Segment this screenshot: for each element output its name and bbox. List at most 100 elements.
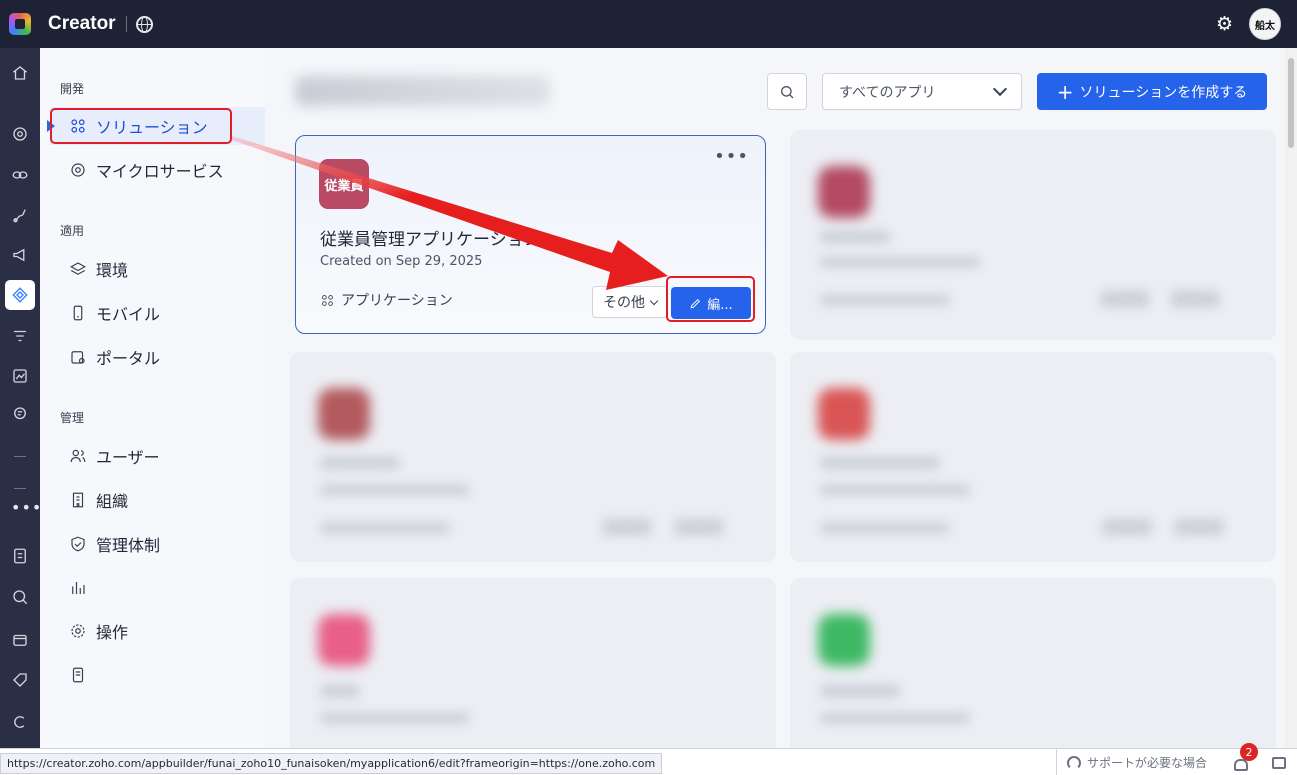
blurred-text (820, 294, 950, 306)
shield-icon (68, 534, 88, 554)
link-url-tooltip: https://creator.zoho.com/appbuilder/funa… (0, 753, 663, 774)
document-icon (68, 665, 88, 685)
link-chain-icon[interactable] (9, 164, 31, 186)
wallet-icon[interactable] (9, 629, 31, 651)
printer-icon[interactable] (1272, 757, 1286, 769)
app-title: Creator (48, 13, 116, 34)
at-mention-icon[interactable] (9, 123, 31, 145)
blurred-text (820, 484, 970, 496)
home-icon[interactable] (9, 62, 31, 84)
create-solution-button[interactable]: + ソリューションを作成する (1037, 73, 1267, 110)
sidebar-item-portal[interactable]: ポータル (50, 338, 265, 376)
sidebar-item-organization[interactable]: 組織 (50, 481, 265, 519)
blurred-text (674, 518, 724, 536)
settings-gear-icon[interactable]: ⚙ (1216, 14, 1233, 34)
section-heading-develop: 開発 (60, 82, 85, 96)
other-actions-button[interactable]: その他 (592, 286, 668, 318)
more-options-icon[interactable]: ••• (714, 146, 749, 167)
blurred-text (1102, 518, 1152, 536)
flow-icon[interactable] (9, 204, 31, 226)
notification-count-badge: 2 (1240, 743, 1258, 761)
sidebar-item-label: モバイル (96, 305, 161, 324)
globe-icon[interactable] (135, 15, 153, 33)
plus-icon: + (1056, 79, 1074, 104)
filter-funnel-icon[interactable] (9, 325, 31, 347)
blurred-text (820, 230, 890, 244)
brand-c-icon[interactable] (9, 711, 31, 733)
user-avatar[interactable]: 船太 (1249, 8, 1281, 40)
apps-grid-icon (322, 294, 333, 306)
app-icon-rail: ••• (0, 48, 42, 748)
blurred-text (320, 712, 470, 724)
status-bar: https://creator.zoho.com/appbuilder/funa… (0, 743, 1297, 775)
users-icon (68, 446, 88, 466)
finance-icon[interactable] (9, 545, 31, 567)
scrollbar-thumb[interactable] (1288, 58, 1294, 148)
chevron-down-icon (992, 81, 1008, 97)
blurred-badge (818, 388, 870, 440)
solution-badge: 従業員 (319, 159, 369, 209)
analytics-icon[interactable] (9, 365, 31, 387)
blurred-badge (818, 614, 870, 666)
megaphone-icon[interactable] (9, 244, 31, 266)
blurred-badge (318, 388, 370, 440)
bar-chart-icon (68, 578, 88, 598)
create-solution-label: ソリューションを作成する (1079, 84, 1248, 101)
other-actions-label: その他 (603, 295, 645, 311)
sidebar-item-microservices[interactable]: マイクロサービス (50, 151, 265, 189)
sidebar-item-operations[interactable]: 操作 (50, 612, 265, 650)
notifications-button[interactable]: 2 (1232, 743, 1258, 775)
support-button[interactable]: サポートが必要な場合 (1056, 749, 1216, 775)
tag-icon[interactable] (9, 669, 31, 691)
sidebar-item-label: マイクロサービス (96, 162, 224, 181)
top-bar: Creator ⚙ 船太 (0, 0, 1297, 48)
solution-title[interactable]: 従業員管理アプリケーション (320, 225, 541, 250)
headset-icon (1067, 755, 1081, 770)
search-button[interactable] (767, 73, 807, 110)
blurred-solution-card (290, 352, 776, 562)
sidebar: 開発 ソリューション マイクロサービス 適用 環境 モバイル ポータル 管理 ユ… (40, 48, 265, 748)
main-content: すべてのアプリ + ソリューションを作成する ••• 従業員 従業員管理アプリケ… (265, 48, 1285, 748)
sidebar-item-label: 操作 (96, 623, 129, 642)
creator-app-icon[interactable] (5, 280, 35, 310)
blurred-text (1100, 290, 1150, 308)
search-zoom-icon[interactable] (9, 586, 31, 608)
more-apps-icon[interactable]: ••• (11, 498, 42, 517)
blurred-text (820, 684, 900, 698)
sidebar-item-audit[interactable] (50, 656, 265, 694)
support-label: サポートが必要な場合 (1087, 756, 1208, 770)
blurred-solution-card (290, 578, 776, 748)
annotation-highlight-solutions (50, 108, 232, 144)
creator-logo-icon[interactable] (0, 0, 40, 48)
blurred-text (820, 712, 970, 724)
bell-icon (1234, 759, 1248, 771)
app-filter-dropdown[interactable]: すべてのアプリ (822, 73, 1022, 110)
sidebar-item-environments[interactable]: 環境 (50, 250, 265, 288)
blurred-text (820, 522, 950, 534)
section-heading-manage: 管理 (60, 411, 85, 425)
blurred-badge (818, 166, 870, 218)
blurred-text (602, 518, 652, 536)
sidebar-item-mobile[interactable]: モバイル (50, 294, 265, 332)
blurred-solution-card (790, 352, 1276, 562)
sidebar-item-users[interactable]: ユーザー (50, 437, 265, 475)
blurred-text (1170, 290, 1220, 308)
layers-icon (68, 259, 88, 279)
mobile-icon (68, 303, 88, 323)
page-title-blurred (295, 76, 550, 106)
sidebar-item-label: 組織 (96, 492, 129, 511)
portal-icon (68, 347, 88, 367)
blurred-solution-card (790, 130, 1276, 340)
page-scrollbar[interactable] (1285, 48, 1297, 748)
blurred-solution-card (790, 578, 1276, 748)
sidebar-item-governance[interactable]: 管理体制 (50, 525, 265, 563)
blurred-text (320, 484, 470, 496)
blurred-text (320, 522, 450, 534)
section-heading-deploy: 適用 (60, 224, 85, 238)
blurred-text (1174, 518, 1224, 536)
rail-divider (14, 488, 26, 489)
top-divider (125, 16, 127, 32)
report-icon[interactable] (9, 403, 31, 425)
search-icon (781, 85, 794, 98)
sidebar-item-analytics[interactable] (50, 569, 265, 607)
